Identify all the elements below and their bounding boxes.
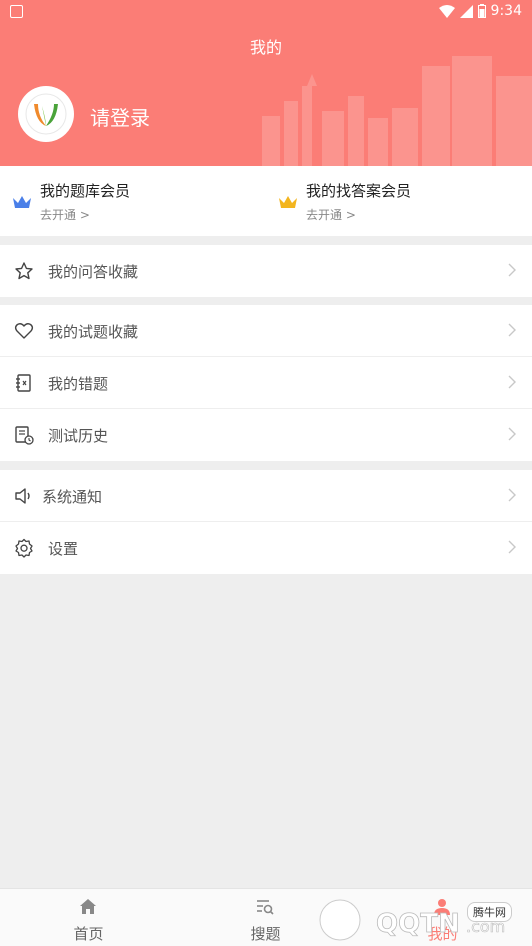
open-membership-link[interactable]: 去开通 >	[306, 206, 356, 223]
chevron-right-icon	[508, 488, 516, 502]
heart-icon	[14, 323, 34, 339]
gear-icon	[15, 538, 33, 558]
city-skyline-decoration	[262, 56, 532, 166]
status-time: 9:34	[490, 3, 522, 19]
status-bar: 9:34	[0, 0, 532, 24]
profile-header: 9:34 我的 请登录	[0, 0, 532, 166]
page-title: 我的	[249, 38, 282, 57]
menu-item-label: 设置	[48, 540, 79, 558]
signal-icon	[459, 4, 473, 18]
speaker-icon	[15, 488, 30, 504]
menu-item-system-notifications[interactable]: 系统通知	[0, 470, 532, 522]
membership-section: 我的题库会员 去开通 > 我的找答案会员 去开通 >	[0, 166, 532, 236]
member-title: 我的题库会员	[40, 182, 131, 200]
chevron-right-icon	[508, 427, 516, 441]
menu-item-question-favorites[interactable]: 我的试题收藏	[0, 305, 532, 357]
wifi-icon	[438, 4, 455, 18]
app-logo-icon	[25, 93, 67, 135]
crown-icon	[13, 196, 31, 208]
app-notification-icon	[10, 5, 23, 18]
home-icon	[80, 899, 96, 914]
answer-finder-membership-card[interactable]: 我的找答案会员 去开通 >	[266, 166, 532, 236]
crown-icon	[279, 196, 297, 208]
menu-item-label: 我的错题	[48, 375, 109, 393]
menu-item-label: 测试历史	[48, 427, 109, 445]
menu-group-system: 系统通知 设置	[0, 470, 532, 574]
menu-group-qa: 我的问答收藏	[0, 245, 532, 297]
question-bank-membership-card[interactable]: 我的题库会员 去开通 >	[0, 166, 266, 236]
battery-icon	[477, 4, 486, 18]
chevron-right-icon	[508, 540, 516, 554]
menu-item-label: 我的问答收藏	[48, 263, 139, 281]
chevron-right-icon	[508, 323, 516, 337]
login-prompt[interactable]: 请登录	[90, 102, 150, 131]
star-icon	[15, 262, 33, 280]
chevron-right-icon	[508, 263, 516, 277]
menu-item-label: 我的试题收藏	[48, 323, 139, 341]
watermark-badge: 腾牛网	[467, 902, 512, 922]
watermark: QQTN .com 腾牛网	[314, 894, 524, 944]
avatar[interactable]	[18, 86, 74, 142]
menu-item-wrong-questions[interactable]: 我的错题	[0, 357, 532, 409]
member-title: 我的找答案会员	[306, 182, 412, 200]
menu-group-questions: 我的试题收藏 我的错题 测试历史	[0, 305, 532, 461]
nav-tab-home[interactable]: 首页	[0, 889, 177, 946]
menu-item-test-history[interactable]: 测试历史	[0, 409, 532, 461]
notebook-icon	[16, 374, 31, 392]
chevron-right-icon	[508, 375, 516, 389]
search-list-icon	[257, 900, 274, 915]
menu-item-qa-favorites[interactable]: 我的问答收藏	[0, 245, 532, 297]
svg-text:QQTN: QQTN	[376, 909, 460, 939]
nav-tab-label: 首页	[73, 925, 104, 943]
menu-item-label: 系统通知	[42, 488, 103, 506]
menu-item-settings[interactable]: 设置	[0, 522, 532, 574]
history-icon	[15, 426, 34, 445]
open-membership-link[interactable]: 去开通 >	[40, 206, 90, 223]
